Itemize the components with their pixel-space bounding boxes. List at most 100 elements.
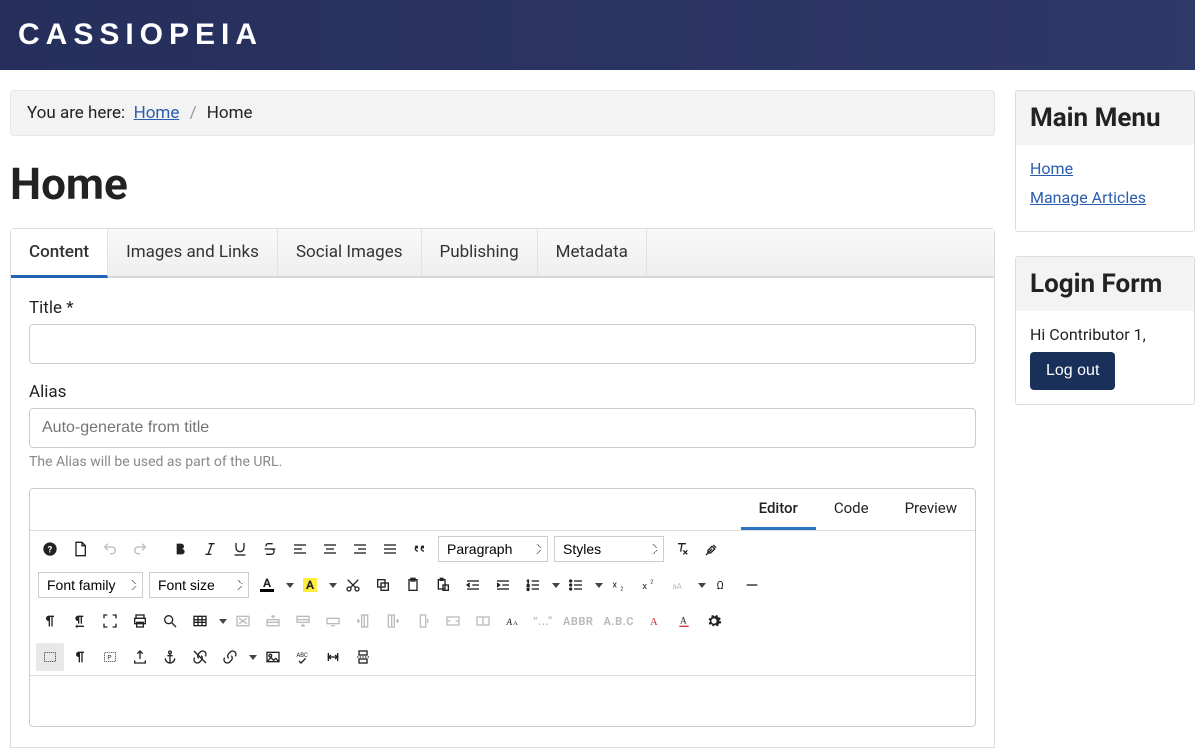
clear-formatting-icon[interactable] xyxy=(668,535,696,563)
fullscreen-icon[interactable] xyxy=(96,607,124,635)
font-underline-red-icon[interactable]: A xyxy=(670,607,698,635)
text-direction-icon[interactable] xyxy=(66,607,94,635)
unlink-icon[interactable] xyxy=(186,643,214,671)
font-size-select[interactable]: Font size xyxy=(149,572,249,598)
merge-cells-icon[interactable] xyxy=(439,607,467,635)
delete-col-icon[interactable] xyxy=(409,607,437,635)
nonbreaking-icon[interactable] xyxy=(319,643,347,671)
breadcrumb: You are here: Home / Home xyxy=(10,90,995,136)
paragraph-icon[interactable] xyxy=(66,643,94,671)
font-style-icon[interactable]: AA xyxy=(499,607,527,635)
underline-icon[interactable] xyxy=(226,535,254,563)
col-before-icon[interactable] xyxy=(349,607,377,635)
tab-content[interactable]: Content xyxy=(11,229,108,278)
undo-icon[interactable] xyxy=(96,535,124,563)
cleanup-icon[interactable] xyxy=(698,535,726,563)
ordered-list-dropdown-icon[interactable] xyxy=(552,583,560,588)
unordered-list-dropdown-icon[interactable] xyxy=(595,583,603,588)
special-char-icon[interactable]: Ω xyxy=(708,571,736,599)
spellcheck-icon[interactable]: ABC xyxy=(289,643,317,671)
delete-table-icon[interactable] xyxy=(229,607,257,635)
copy-icon[interactable] xyxy=(369,571,397,599)
text-color-icon[interactable]: A xyxy=(253,571,281,599)
align-right-icon[interactable] xyxy=(346,535,374,563)
svg-text:2: 2 xyxy=(620,586,623,592)
align-justify-icon[interactable] xyxy=(376,535,404,563)
site-header: CASSIOPEIA xyxy=(0,0,1195,70)
upload-icon[interactable] xyxy=(126,643,154,671)
editor-tab-editor[interactable]: Editor xyxy=(741,489,816,530)
quote-style-icon[interactable]: “...” xyxy=(529,607,557,635)
alias-input[interactable] xyxy=(29,408,976,448)
blockquote-icon[interactable] xyxy=(406,535,434,563)
case-change-icon[interactable]: aA xyxy=(665,571,693,599)
logout-button[interactable]: Log out xyxy=(1030,352,1115,390)
main-menu-manage-articles-link[interactable]: Manage Articles xyxy=(1030,188,1180,207)
background-color-icon[interactable]: A xyxy=(296,571,324,599)
paragraph-mark-icon[interactable] xyxy=(36,607,64,635)
row-after-icon[interactable] xyxy=(289,607,317,635)
align-center-icon[interactable] xyxy=(316,535,344,563)
strikethrough-icon[interactable] xyxy=(256,535,284,563)
align-left-icon[interactable] xyxy=(286,535,314,563)
tab-content-panel: Title * Alias The Alias will be used as … xyxy=(11,278,994,747)
paste-text-icon[interactable] xyxy=(429,571,457,599)
tab-metadata[interactable]: Metadata xyxy=(538,229,647,276)
bold-icon[interactable] xyxy=(166,535,194,563)
breadcrumb-home-link[interactable]: Home xyxy=(134,103,180,123)
table-icon[interactable] xyxy=(186,607,214,635)
anchor-icon[interactable] xyxy=(156,643,184,671)
new-document-icon[interactable] xyxy=(66,535,94,563)
col-after-icon[interactable] xyxy=(379,607,407,635)
search-icon[interactable] xyxy=(156,607,184,635)
editor-toolbar: ? xyxy=(30,531,975,676)
italic-icon[interactable] xyxy=(196,535,224,563)
case-change-dropdown-icon[interactable] xyxy=(698,583,706,588)
redo-icon[interactable] xyxy=(126,535,154,563)
superscript-icon[interactable]: x2 xyxy=(635,571,663,599)
print-icon[interactable] xyxy=(126,607,154,635)
image-icon[interactable] xyxy=(259,643,287,671)
svg-text:2: 2 xyxy=(650,580,653,586)
svg-text:Ω: Ω xyxy=(717,579,724,592)
title-input[interactable] xyxy=(29,324,976,364)
editor-tab-preview[interactable]: Preview xyxy=(887,489,975,530)
text-color-dropdown-icon[interactable] xyxy=(286,583,294,588)
help-icon[interactable]: ? xyxy=(36,535,64,563)
paragraph-select[interactable]: Paragraph xyxy=(438,536,548,562)
background-color-dropdown-icon[interactable] xyxy=(329,583,337,588)
show-blocks-icon[interactable] xyxy=(36,643,64,671)
pagebreak-icon[interactable] xyxy=(349,643,377,671)
visual-chars-icon[interactable]: P xyxy=(96,643,124,671)
cut-icon[interactable] xyxy=(339,571,367,599)
svg-text:?: ? xyxy=(48,544,53,555)
font-family-select[interactable]: Font family xyxy=(38,572,143,598)
unordered-list-icon[interactable] xyxy=(562,571,590,599)
svg-text:P: P xyxy=(107,654,111,662)
tab-social-images[interactable]: Social Images xyxy=(278,229,422,276)
indent-icon[interactable] xyxy=(489,571,517,599)
table-dropdown-icon[interactable] xyxy=(219,619,227,624)
link-icon[interactable] xyxy=(216,643,244,671)
svg-text:3: 3 xyxy=(527,586,529,591)
main-menu-home-link[interactable]: Home xyxy=(1030,159,1180,178)
logo: CASSIOPEIA xyxy=(18,18,263,52)
link-dropdown-icon[interactable] xyxy=(249,655,257,660)
editor-content-area[interactable] xyxy=(30,676,975,726)
row-before-icon[interactable] xyxy=(259,607,287,635)
split-cells-icon[interactable] xyxy=(469,607,497,635)
horizontal-rule-icon[interactable] xyxy=(738,571,766,599)
abbreviation-icon[interactable]: ABBR xyxy=(559,607,597,635)
editor-tab-code[interactable]: Code xyxy=(816,489,887,530)
settings-icon[interactable] xyxy=(700,607,728,635)
outdent-icon[interactable] xyxy=(459,571,487,599)
paste-icon[interactable] xyxy=(399,571,427,599)
ordered-list-icon[interactable]: 123 xyxy=(519,571,547,599)
tab-publishing[interactable]: Publishing xyxy=(422,229,538,276)
styles-select[interactable]: Styles xyxy=(554,536,664,562)
font-red-icon[interactable]: A xyxy=(640,607,668,635)
tab-images-and-links[interactable]: Images and Links xyxy=(108,229,278,276)
acronym-icon[interactable]: A.B.C xyxy=(599,607,638,635)
delete-row-icon[interactable] xyxy=(319,607,347,635)
subscript-icon[interactable]: x2 xyxy=(605,571,633,599)
